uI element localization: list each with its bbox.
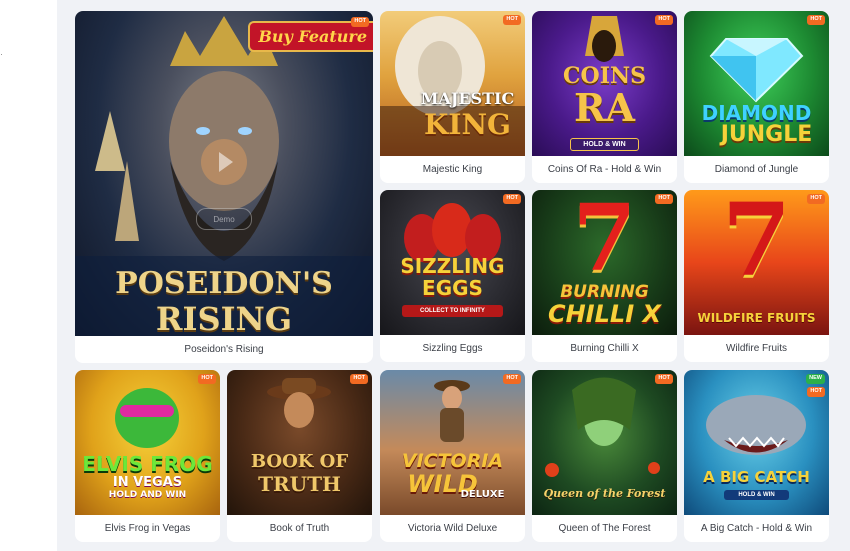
hot-badge: HOT	[807, 15, 825, 25]
art-title-line-2: RISING	[155, 300, 293, 336]
art-title-line-1: A BIG CATCH	[703, 468, 810, 486]
hot-badge: HOT	[655, 374, 673, 384]
art-title-line-2: HOLD & WIN	[724, 490, 789, 500]
art-title-line-2: CHILLI X	[547, 300, 661, 328]
game-card-a-big-catch[interactable]: NEW HOT A BIG CATCH HOLD & WIN A Big Cat…	[684, 370, 829, 542]
art-title-line-2: EGGS	[422, 276, 483, 300]
game-thumbnail: HOT COINS RA HOLD & WIN	[532, 11, 677, 156]
art-title-line-1: ELVIS FROG	[82, 452, 213, 476]
new-badge: NEW	[806, 374, 825, 384]
hot-badge: HOT	[807, 194, 825, 204]
art-title-line-1: WILDFIRE FRUITS	[697, 311, 816, 325]
art-title-line-1: BOOK OF	[250, 451, 349, 472]
art-title-line-1: VICTORIA	[401, 450, 504, 472]
game-name: Victoria Wild Deluxe	[407, 523, 498, 534]
game-thumbnail: 7 HOT BURNING CHILLI X	[532, 190, 677, 335]
game-name: Diamond of Jungle	[714, 164, 799, 175]
art-title-line-1: MAJESTIC	[420, 89, 515, 108]
art-title-line-2: TRUTH	[258, 472, 341, 496]
game-name: Sizzling Eggs	[422, 343, 483, 354]
game-name: Poseidon's Rising	[184, 344, 264, 355]
game-name: A Big Catch - Hold & Win	[700, 523, 813, 534]
game-name: Elvis Frog in Vegas	[104, 523, 191, 534]
game-name: Majestic King	[422, 164, 483, 175]
hot-badge: HOT	[655, 15, 673, 25]
game-name: Book of Truth	[269, 523, 330, 534]
game-thumbnail: HOT SIZZLING EGGS COLLECT TO INFINITY	[380, 190, 525, 335]
demo-button[interactable]: Demo	[196, 208, 252, 230]
hot-badge: HOT	[351, 17, 369, 27]
game-card-majestic-king[interactable]: HOT MAJESTIC KING Majestic King	[380, 11, 525, 183]
game-card-book-of-truth[interactable]: HOT BOOK OF TRUTH Book of Truth	[227, 370, 372, 542]
art-title-line-1: SIZZLING	[400, 254, 505, 278]
hot-badge: HOT	[350, 374, 368, 384]
play-icon[interactable]	[201, 139, 247, 185]
hot-badge: HOT	[655, 194, 673, 204]
art-title-line-1: BURNING	[560, 282, 649, 302]
game-card-victoria-wild-deluxe[interactable]: HOT VICTORIA WILD DELUXE Victoria Wild D…	[380, 370, 525, 542]
seven-symbol: 7	[721, 190, 792, 299]
game-card-elvis-frog-in-vegas[interactable]: HOT ELVIS FROG IN VEGAS HOLD AND WIN Elv…	[75, 370, 220, 542]
game-thumbnail: HOT Queen of the Forest	[532, 370, 677, 515]
art-title-line-2: JUNGLE	[720, 122, 813, 147]
art-title-line-2: IN VEGAS	[112, 475, 183, 490]
art-title-line-2: KING	[424, 108, 511, 141]
hot-badge: HOT	[503, 194, 521, 204]
game-name: Wildfire Fruits	[725, 343, 788, 354]
hot-badge: HOT	[503, 374, 521, 384]
game-name: Coins Of Ra - Hold & Win	[547, 164, 662, 175]
game-thumbnail: Buy Feature HOT Demo POSEIDON'S RISING	[75, 11, 373, 336]
game-card-poseidons-rising[interactable]: Buy Feature HOT Demo POSEIDON'S RISING P…	[75, 11, 373, 363]
game-name: Burning Chilli X	[570, 343, 639, 354]
art-title-line-1: COINS	[563, 63, 646, 89]
seven-symbol: 7	[572, 190, 637, 292]
art-title-line-3: DELUXE	[460, 489, 505, 500]
game-thumbnail: 7 HOT WILDFIRE FRUITS	[684, 190, 829, 335]
hot-badge: HOT	[198, 374, 216, 384]
art-title-line-1: Queen of the Forest	[543, 487, 666, 500]
art-title-line-3: HOLD AND WIN	[108, 490, 187, 500]
left-sidebar: ·	[0, 0, 57, 551]
game-thumbnail: HOT VICTORIA WILD DELUXE	[380, 370, 525, 515]
game-card-diamond-of-jungle[interactable]: HOT DIAMOND JUNGLE Diamond of Jungle	[684, 11, 829, 183]
sidebar-dot: ·	[0, 49, 3, 59]
game-thumbnail: HOT ELVIS FROG IN VEGAS HOLD AND WIN	[75, 370, 220, 515]
game-card-sizzling-eggs[interactable]: HOT SIZZLING EGGS COLLECT TO INFINITY Si…	[380, 190, 525, 362]
art-title-line-2: RA	[573, 85, 636, 130]
art-title-line-1: POSEIDON'S	[115, 266, 333, 301]
game-thumbnail: HOT DIAMOND JUNGLE	[684, 11, 829, 156]
art-title-line-3: COLLECT TO INFINITY	[402, 305, 503, 317]
game-thumbnail: HOT BOOK OF TRUTH	[227, 370, 372, 515]
game-card-wildfire-fruits[interactable]: 7 HOT WILDFIRE FRUITS Wildfire Fruits	[684, 190, 829, 362]
game-thumbnail: HOT MAJESTIC KING	[380, 11, 525, 156]
game-card-queen-of-the-forest[interactable]: HOT Queen of the Forest Queen of The For…	[532, 370, 677, 542]
hot-badge: HOT	[503, 15, 521, 25]
game-name: Queen of The Forest	[558, 523, 651, 534]
art-title-line-3: HOLD & WIN	[570, 138, 639, 151]
art-title-line-1: DIAMOND	[701, 101, 812, 125]
hot-badge: HOT	[807, 387, 825, 397]
game-card-coins-of-ra[interactable]: HOT COINS RA HOLD & WIN Coins Of Ra - Ho…	[532, 11, 677, 183]
game-thumbnail: NEW HOT A BIG CATCH HOLD & WIN	[684, 370, 829, 515]
game-card-burning-chilli-x[interactable]: 7 HOT BURNING CHILLI X Burning Chilli X	[532, 190, 677, 362]
